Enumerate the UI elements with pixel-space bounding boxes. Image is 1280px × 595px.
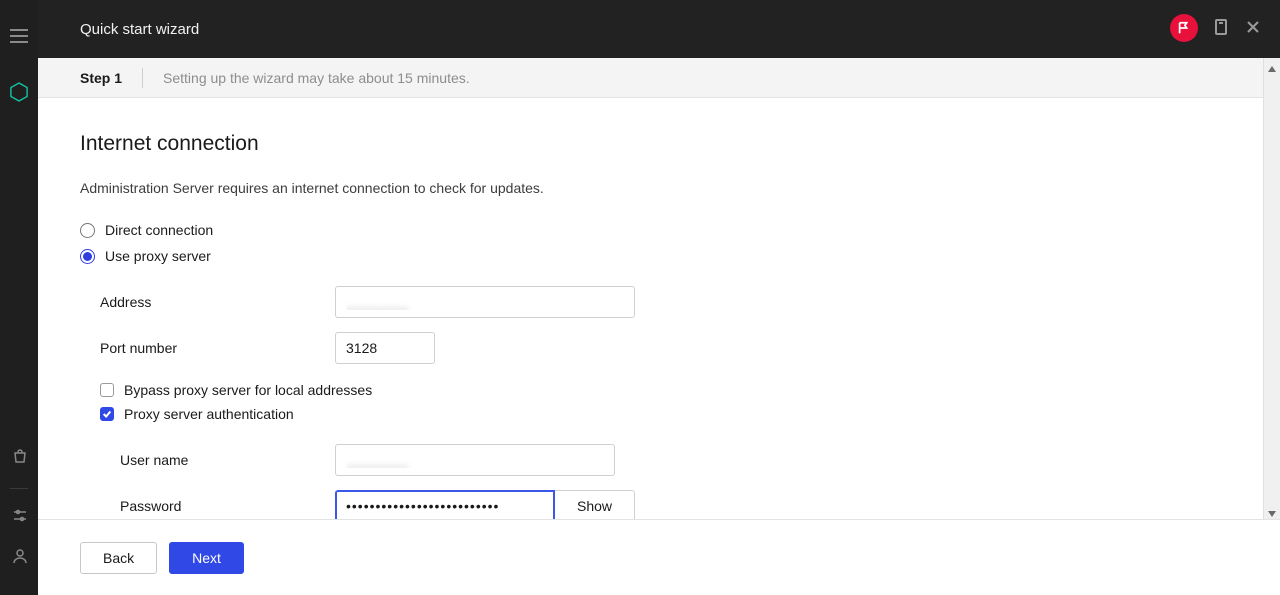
direct-connection-label: Direct connection [105,222,213,238]
use-proxy-label: Use proxy server [105,248,211,264]
wizard-footer: Back Next [38,519,1280,595]
port-label: Port number [80,340,335,356]
radio-direct-connection[interactable]: Direct connection [80,222,1238,238]
menu-icon[interactable] [10,26,30,46]
close-icon [1244,18,1262,36]
bypass-label: Bypass proxy server for local addresses [124,382,372,398]
next-button[interactable]: Next [169,542,244,574]
back-button[interactable]: Back [80,542,157,574]
step-description: Setting up the wizard may take about 15 … [163,70,470,86]
flag-icon [1177,21,1191,35]
auth-label: Proxy server authentication [124,406,294,422]
header-actions [1170,14,1262,42]
username-label: User name [80,452,335,468]
close-button[interactable] [1244,18,1262,39]
section-description: Administration Server requires an intern… [80,180,1238,196]
wizard-title: Quick start wizard [80,21,199,38]
password-wrap: Show [335,490,635,519]
scroll-up-icon[interactable] [1267,61,1277,71]
password-input[interactable] [335,490,555,519]
address-label: Address [80,294,335,310]
radio-use-proxy[interactable]: Use proxy server [80,248,1238,264]
auth-checkbox-row[interactable]: Proxy server authentication [80,406,1238,422]
hex-logo-icon [10,82,28,102]
rail-divider [10,488,28,489]
left-rail [0,0,38,595]
bag-icon[interactable] [12,448,28,464]
show-password-button[interactable]: Show [555,490,635,519]
section-title: Internet connection [80,132,1238,156]
bookmark-icon [1212,18,1230,36]
direct-connection-radio[interactable] [80,223,95,238]
address-input[interactable] [335,286,635,318]
scroll-down-icon[interactable] [1267,506,1277,516]
step-label: Step 1 [80,70,122,86]
user-icon[interactable] [12,548,28,564]
wizard-panel: Quick start wizard Step 1 Setting up the… [38,0,1280,595]
step-divider [142,68,143,88]
scrollbar[interactable] [1263,58,1280,519]
auth-checkbox[interactable] [100,407,114,421]
use-proxy-radio[interactable] [80,249,95,264]
bypass-checkbox[interactable] [100,383,114,397]
checkmark-icon [102,409,112,419]
step-bar: Step 1 Setting up the wizard may take ab… [38,58,1280,98]
password-label: Password [80,498,335,514]
wizard-content: Internet connection Administration Serve… [38,98,1280,519]
bypass-checkbox-row[interactable]: Bypass proxy server for local addresses [80,382,1238,398]
bookmark-button[interactable] [1212,18,1230,39]
wizard-header: Quick start wizard [38,0,1280,58]
sliders-icon[interactable] [12,508,28,524]
report-flag-button[interactable] [1170,14,1198,42]
username-input[interactable] [335,444,615,476]
port-input[interactable] [335,332,435,364]
